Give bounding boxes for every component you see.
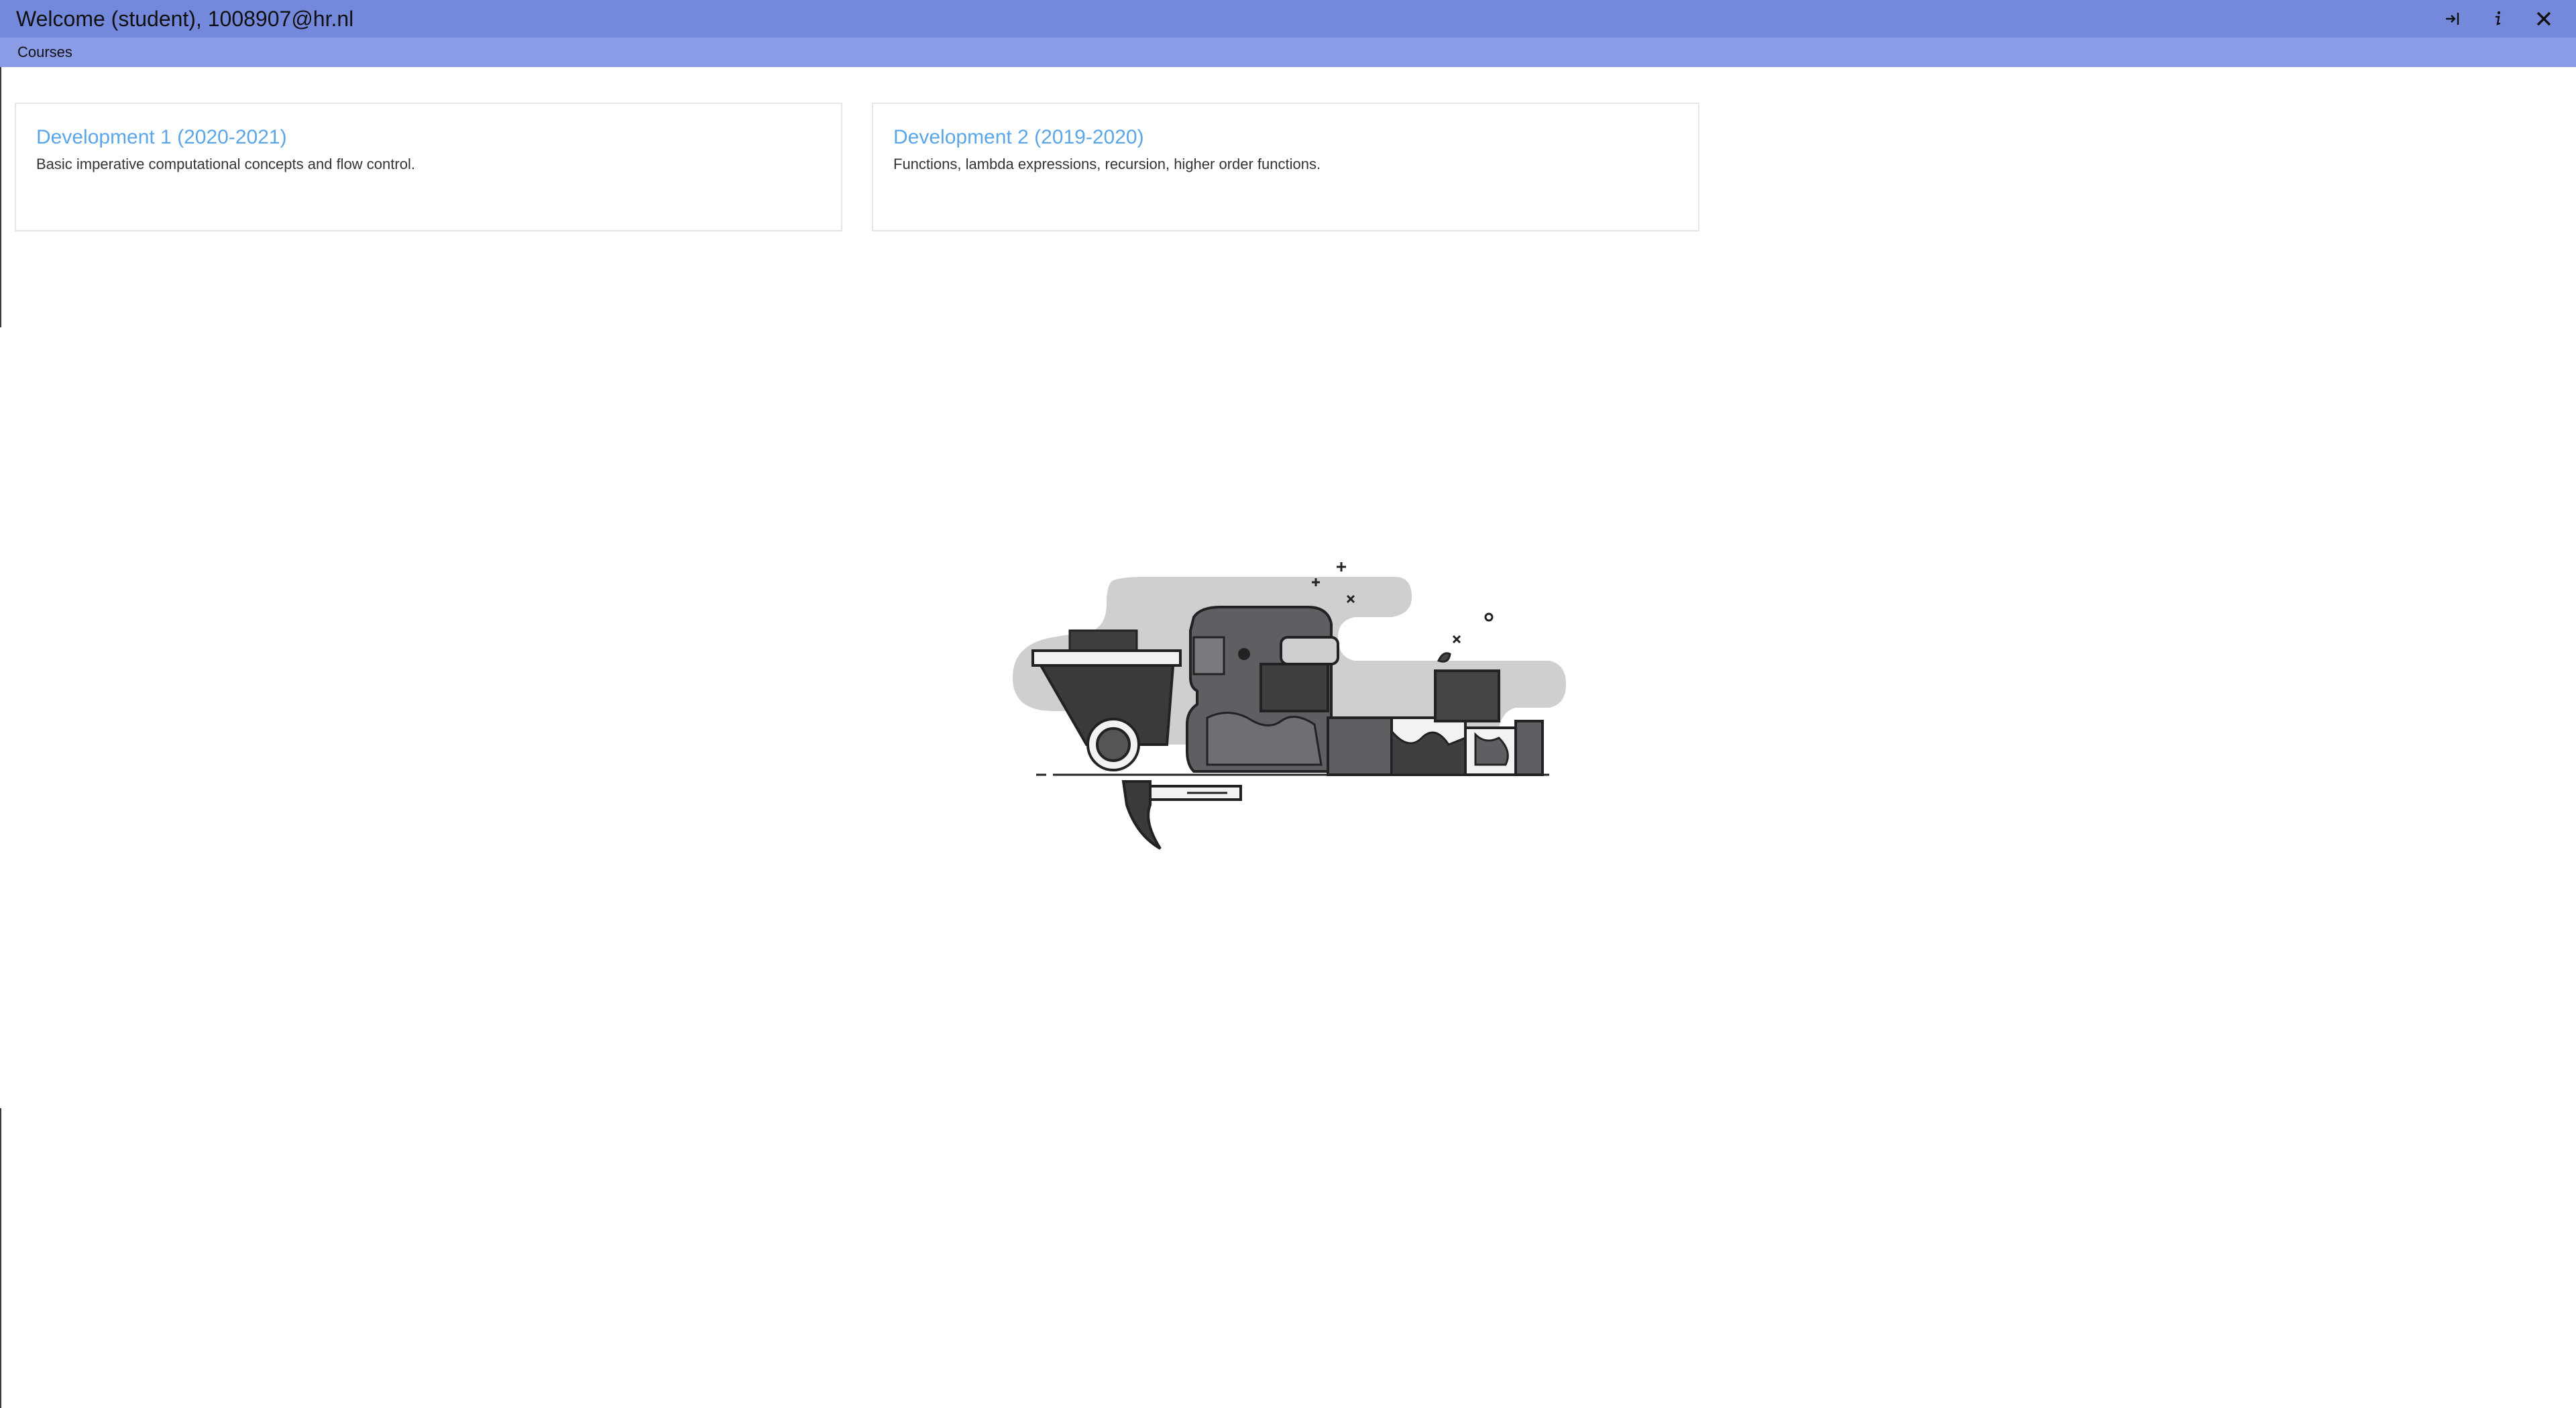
menu-bar: Courses (0, 38, 2576, 67)
course-list: Development 1 (2020-2021) Basic imperati… (15, 103, 1699, 231)
course-card[interactable]: Development 1 (2020-2021) Basic imperati… (15, 103, 842, 231)
title-bar: Welcome (student), 1008907@hr.nl (0, 0, 2576, 38)
course-description: Basic imperative computational concepts … (36, 156, 415, 172)
window-title: Welcome (student), 1008907@hr.nl (16, 6, 354, 31)
menu-item-courses[interactable]: Courses (17, 44, 72, 61)
title-actions (2430, 0, 2567, 38)
close-icon (2536, 11, 2551, 26)
window-edge-divider (0, 1108, 1, 1408)
course-title-link[interactable]: Development 2 (2019-2020) (893, 125, 1678, 150)
logout-button[interactable] (2430, 0, 2475, 38)
mining-cart-illustration (1013, 562, 1566, 850)
close-button[interactable] (2521, 0, 2567, 38)
empty-state-illustration (1006, 550, 1569, 852)
course-title-link[interactable]: Development 1 (2020-2021) (36, 125, 821, 150)
app-window: Welcome (student), 1008907@hr.nl Courses… (0, 0, 2576, 1408)
window-edge-divider (0, 67, 1, 327)
logout-icon (2446, 13, 2459, 25)
info-button[interactable] (2475, 0, 2521, 38)
course-card[interactable]: Development 2 (2019-2020) Functions, lam… (872, 103, 1699, 231)
info-icon (2495, 11, 2501, 25)
course-description: Functions, lambda expressions, recursion… (893, 156, 1321, 172)
